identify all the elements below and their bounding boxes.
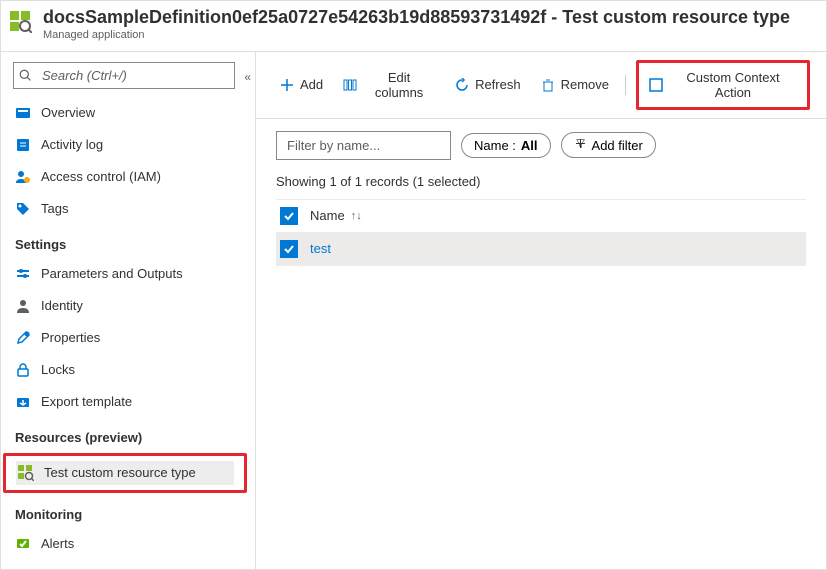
table-row[interactable]: test [276,233,806,266]
refresh-button[interactable]: Refresh [447,72,529,97]
filter-pill-label: Name : [474,138,516,153]
add-filter-icon [574,137,587,153]
add-button[interactable]: Add [272,72,331,97]
table-header-row: Name ↑↓ [276,199,806,233]
button-label: Refresh [475,77,521,92]
button-label: Remove [561,77,609,92]
refresh-icon [455,78,469,92]
sidebar-item-parameters[interactable]: Parameters and Outputs [1,258,255,290]
columns-icon [343,78,357,92]
sidebar-item-properties[interactable]: Properties [1,322,255,354]
export-template-icon [15,394,31,410]
sidebar: « Overview Activity log Access control (… [1,52,256,569]
sidebar-item-tags[interactable]: Tags [1,193,255,225]
sidebar-item-label: Locks [41,362,75,377]
button-label: Custom Context Action [669,70,797,100]
page-subtitle: Managed application [43,29,790,41]
collapse-icon[interactable]: « [244,70,251,84]
search-icon [19,69,32,85]
sidebar-item-access-control[interactable]: Access control (IAM) [1,161,255,193]
page-header: docsSampleDefinition0ef25a0727e54263b19d… [1,1,826,52]
sidebar-item-alerts[interactable]: Alerts [1,528,255,560]
toolbar-separator [625,75,626,95]
locks-icon [15,362,31,378]
identity-icon [15,298,31,314]
filter-name-input[interactable] [276,131,451,160]
tags-icon [15,201,31,217]
search-input[interactable] [13,62,235,89]
filter-pill-name[interactable]: Name : All [461,133,551,158]
trash-icon [541,78,555,92]
sidebar-item-overview[interactable]: Overview [1,97,255,129]
sidebar-item-label: Overview [41,105,95,120]
sidebar-item-locks[interactable]: Locks [1,354,255,386]
plus-icon [280,78,294,92]
sidebar-item-label: Parameters and Outputs [41,266,183,281]
filter-pill-value: All [521,138,538,153]
filter-bar: Name : All Add filter [256,119,826,172]
group-resources: Resources (preview) [1,418,255,451]
sidebar-item-label: Tags [41,201,68,216]
add-filter-button[interactable]: Add filter [561,132,656,158]
add-filter-label: Add filter [592,138,643,153]
custom-context-action-button[interactable]: Custom Context Action [645,67,801,103]
sidebar-item-label: Access control (IAM) [41,169,161,184]
activity-log-icon [15,137,31,153]
properties-icon [15,330,31,346]
row-name-link[interactable]: test [310,241,331,256]
group-monitoring: Monitoring [1,495,255,528]
sort-icon: ↑↓ [351,210,362,222]
page-title: docsSampleDefinition0ef25a0727e54263b19d… [43,7,790,29]
sidebar-item-test-custom[interactable]: Test custom resource type [16,461,234,485]
results-table: Name ↑↓ test [256,199,826,266]
access-control-icon [15,169,31,185]
sidebar-item-label: Activity log [41,137,103,152]
select-all-checkbox[interactable] [280,207,298,225]
sidebar-item-label: Alerts [41,536,74,551]
overview-icon [15,105,31,121]
sidebar-item-label: Identity [41,298,83,313]
button-label: Add [300,77,323,92]
custom-resource-icon [18,465,34,481]
records-status: Showing 1 of 1 records (1 selected) [256,172,826,199]
parameters-icon [15,266,31,282]
button-label: Edit columns [363,70,435,100]
sidebar-item-export-template[interactable]: Export template [1,386,255,418]
managed-app-icon [9,10,33,34]
highlight-sidebar: Test custom resource type [3,453,247,493]
column-header-name[interactable]: Name [310,208,345,223]
remove-button[interactable]: Remove [533,72,617,97]
alerts-icon [15,536,31,552]
sidebar-item-activity-log[interactable]: Activity log [1,129,255,161]
main-content: Add Edit columns Refresh Remove [256,52,826,569]
row-checkbox[interactable] [280,240,298,258]
edit-columns-button[interactable]: Edit columns [335,65,443,105]
sidebar-item-identity[interactable]: Identity [1,290,255,322]
highlight-toolbar: Custom Context Action [636,60,810,110]
toolbar: Add Edit columns Refresh Remove [256,52,826,119]
sidebar-item-label: Export template [41,394,132,409]
group-settings: Settings [1,225,255,258]
sidebar-item-label: Properties [41,330,100,345]
sidebar-item-label: Test custom resource type [44,465,196,480]
square-icon [649,78,663,92]
